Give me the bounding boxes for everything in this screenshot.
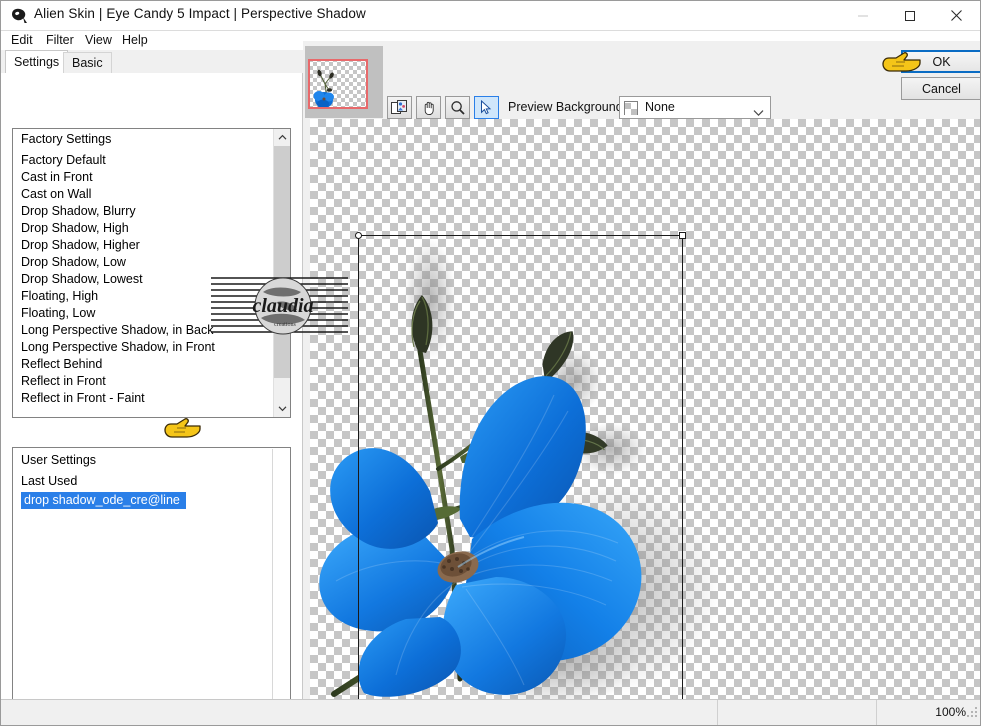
watermark-text: claudia xyxy=(252,295,313,317)
minimize-button[interactable] xyxy=(840,1,886,30)
factory-list-item[interactable]: Factory Settings xyxy=(13,131,274,148)
select-tool-button[interactable] xyxy=(474,96,499,119)
resize-grip[interactable] xyxy=(966,705,978,723)
factory-list-item[interactable]: Drop Shadow, High xyxy=(13,220,274,237)
settings-panel-body: Factory Settings Factory Default Cast in F… xyxy=(1,73,303,725)
tab-settings[interactable]: Settings xyxy=(5,50,69,74)
scroll-up-icon[interactable] xyxy=(274,129,290,146)
zoom-level-label: 100% xyxy=(935,705,966,719)
menu-item-view[interactable]: View xyxy=(81,32,116,48)
tab-basic[interactable]: Basic xyxy=(63,52,112,73)
navigator-thumbnail[interactable] xyxy=(305,46,383,118)
window-title: Alien Skin | Eye Candy 5 Impact | Perspe… xyxy=(34,6,366,21)
hand-pointer-cursor-user xyxy=(164,416,202,441)
factory-list-item[interactable]: Reflect in Front xyxy=(13,373,274,390)
claudia-watermark: claudia creations xyxy=(211,276,348,336)
user-list-item-selected[interactable]: drop shadow_ode_cre@line xyxy=(21,492,186,509)
maximize-button[interactable] xyxy=(887,1,933,30)
factory-list-item[interactable]: Drop Shadow, Low xyxy=(13,254,274,271)
hand-pointer-cursor-ok xyxy=(882,49,922,75)
factory-list-item[interactable]: Cast in Front xyxy=(13,169,274,186)
user-list-divider xyxy=(272,449,273,724)
status-separator-2 xyxy=(876,700,877,725)
alien-skin-icon xyxy=(9,6,29,26)
preview-canvas[interactable] xyxy=(310,119,980,701)
factory-list-item[interactable]: Reflect in Front - Faint xyxy=(13,390,274,407)
selection-rectangle[interactable] xyxy=(355,232,686,701)
pan-tool-button[interactable] xyxy=(416,96,441,119)
factory-list-item[interactable]: Drop Shadow, Blurry xyxy=(13,203,274,220)
factory-settings-list[interactable]: Factory Settings Factory Default Cast in F… xyxy=(12,128,291,418)
preview-background-label: Preview Background: xyxy=(508,100,627,114)
menu-item-edit[interactable]: Edit xyxy=(7,32,37,48)
factory-list-scrollbar[interactable] xyxy=(273,129,290,417)
status-separator-1 xyxy=(717,700,718,725)
factory-list-item[interactable]: Reflect Behind xyxy=(13,356,274,373)
cancel-button[interactable]: Cancel xyxy=(901,77,980,100)
plugin-dialog-window: Alien Skin | Eye Candy 5 Impact | Perspe… xyxy=(0,0,981,726)
tab-strip: Settings Basic xyxy=(1,50,303,74)
title-bar: Alien Skin | Eye Candy 5 Impact | Perspe… xyxy=(1,1,980,31)
factory-list-item[interactable]: Drop Shadow, Higher xyxy=(13,237,274,254)
scrollbar-thumb[interactable] xyxy=(274,146,290,378)
navigator-viewport-rect[interactable] xyxy=(308,59,368,109)
factory-list-item[interactable]: Cast on Wall xyxy=(13,186,274,203)
menu-item-filter[interactable]: Filter xyxy=(42,32,78,48)
user-settings-rows: User Settings Last Used drop shadow_ode_cr… xyxy=(13,452,275,509)
watermark-subtext: creations xyxy=(274,322,296,328)
factory-list-item[interactable]: Factory Default xyxy=(13,152,274,169)
settings-panel: Settings Basic Factory Settings Factory D… xyxy=(1,50,303,725)
scroll-down-icon[interactable] xyxy=(274,400,290,417)
preview-panel: Preview Background: None OK Cancel xyxy=(303,41,980,701)
factory-settings-rows: Factory Settings Factory Default Cast in F… xyxy=(13,131,274,407)
preview-compare-button[interactable] xyxy=(387,96,412,119)
selection-handle-top-right[interactable] xyxy=(679,232,686,239)
menu-item-help[interactable]: Help xyxy=(118,32,152,48)
user-list-item[interactable]: Last Used xyxy=(13,473,275,490)
status-bar: 100% xyxy=(1,699,980,725)
user-list-item[interactable]: User Settings xyxy=(13,452,275,469)
factory-list-item[interactable]: Long Perspective Shadow, in Front xyxy=(13,339,274,356)
close-button[interactable] xyxy=(933,1,979,30)
checkerboard-swatch-icon xyxy=(624,101,638,115)
user-settings-list[interactable]: User Settings Last Used drop shadow_ode_cr… xyxy=(12,447,291,725)
preview-background-dropdown[interactable]: None xyxy=(619,96,771,119)
zoom-tool-button[interactable] xyxy=(445,96,470,119)
selection-handle-top-left[interactable] xyxy=(355,232,362,239)
preview-background-value: None xyxy=(645,100,675,114)
